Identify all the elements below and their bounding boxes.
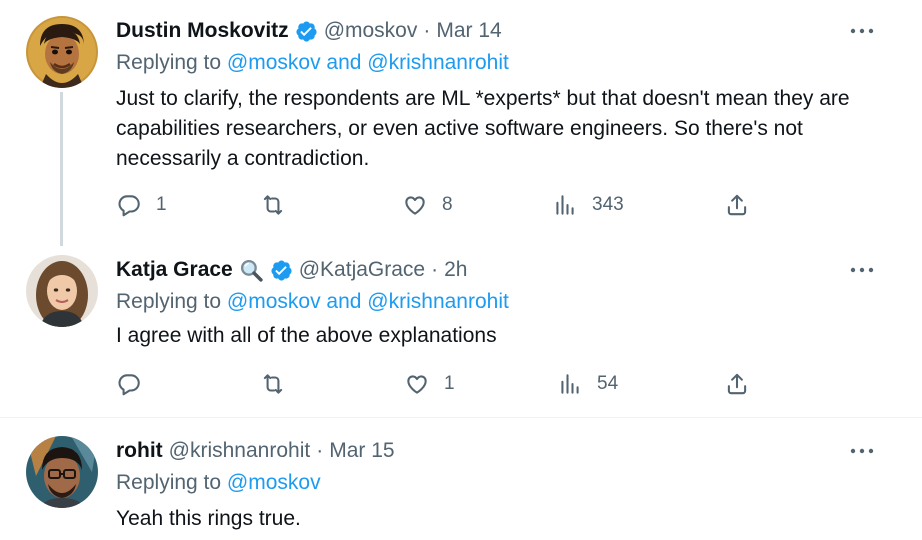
author-name[interactable]: rohit [116,439,163,463]
author-handle[interactable]: @KatjaGrace [299,258,425,282]
share-button[interactable] [724,369,750,399]
view-count: 54 [597,373,619,394]
views-icon [552,192,578,218]
heart-icon [404,371,430,397]
tweet-timestamp[interactable]: 2h [444,258,467,282]
author-handle[interactable]: @moskov [324,19,418,43]
separator-dot: · [431,258,439,281]
reply-button[interactable]: 1 [116,190,167,220]
more-dots-icon[interactable] [848,260,876,280]
reply-count: 1 [156,194,167,215]
retweet-icon [260,192,286,218]
avatar-katja[interactable] [26,255,98,327]
like-count: 8 [442,194,453,215]
tweet-katja[interactable]: Katja Grace @KatjaGrace · 2h Replying to… [0,245,922,417]
views-button[interactable]: 54 [557,369,618,399]
reply-icon [116,371,142,397]
replying-to-prefix: Replying to [116,471,227,494]
tweet-rohit[interactable]: rohit @krishnanrohit · Mar 15 Replying t… [0,418,922,540]
replying-to: Replying to @moskov [116,471,321,495]
retweet-button[interactable] [260,190,300,220]
like-button[interactable]: 1 [404,369,455,399]
retweet-icon [260,371,286,397]
replying-to-users[interactable]: @moskov and @krishnanrohit [227,290,509,313]
more-dots-icon[interactable] [848,21,876,41]
tweet-text: Just to clarify, the respondents are ML … [116,87,850,170]
views-button[interactable]: 343 [552,190,624,220]
tweet-timestamp[interactable]: Mar 14 [436,19,501,43]
author-name[interactable]: Katja Grace [116,258,233,282]
verified-badge-icon [270,259,293,282]
thread-line [60,92,63,246]
heart-icon [402,192,428,218]
reply-button[interactable] [116,369,156,399]
reply-icon [116,192,142,218]
verified-badge-icon [295,20,318,43]
replying-to-prefix: Replying to [116,51,227,74]
author-handle[interactable]: @krishnanrohit [169,439,311,463]
avatar-dustin[interactable] [26,16,98,88]
share-icon [724,371,750,397]
more-dots-icon[interactable] [848,441,876,461]
retweet-button[interactable] [260,369,300,399]
tweet-header: Dustin Moskovitz @moskov · Mar 14 [116,16,502,46]
tweet-timestamp[interactable]: Mar 15 [329,439,394,463]
separator-dot: · [316,439,324,462]
tweet-text: Yeah this rings true. [116,507,301,530]
view-count: 343 [592,194,624,215]
like-count: 1 [444,373,455,394]
replying-to-prefix: Replying to [116,290,227,313]
tweet-dustin[interactable]: Dustin Moskovitz @moskov · Mar 14 Replyi… [0,0,922,246]
share-button[interactable] [724,190,750,220]
replying-to: Replying to @moskov and @krishnanrohit [116,290,509,314]
replying-to-users[interactable]: @moskov and @krishnanrohit [227,51,509,74]
like-button[interactable]: 8 [402,190,453,220]
views-icon [557,371,583,397]
magnifying-glass-emoji [239,258,264,283]
replying-to-users[interactable]: @moskov [227,471,321,494]
tweet-text: I agree with all of the above explanatio… [116,324,497,347]
share-icon [724,192,750,218]
tweet-header: rohit @krishnanrohit · Mar 15 [116,436,395,466]
tweet-header: Katja Grace @KatjaGrace · 2h [116,255,467,285]
separator-dot: · [423,19,431,42]
avatar-rohit[interactable] [26,436,98,508]
author-name[interactable]: Dustin Moskovitz [116,19,289,43]
replying-to: Replying to @moskov and @krishnanrohit [116,51,509,75]
